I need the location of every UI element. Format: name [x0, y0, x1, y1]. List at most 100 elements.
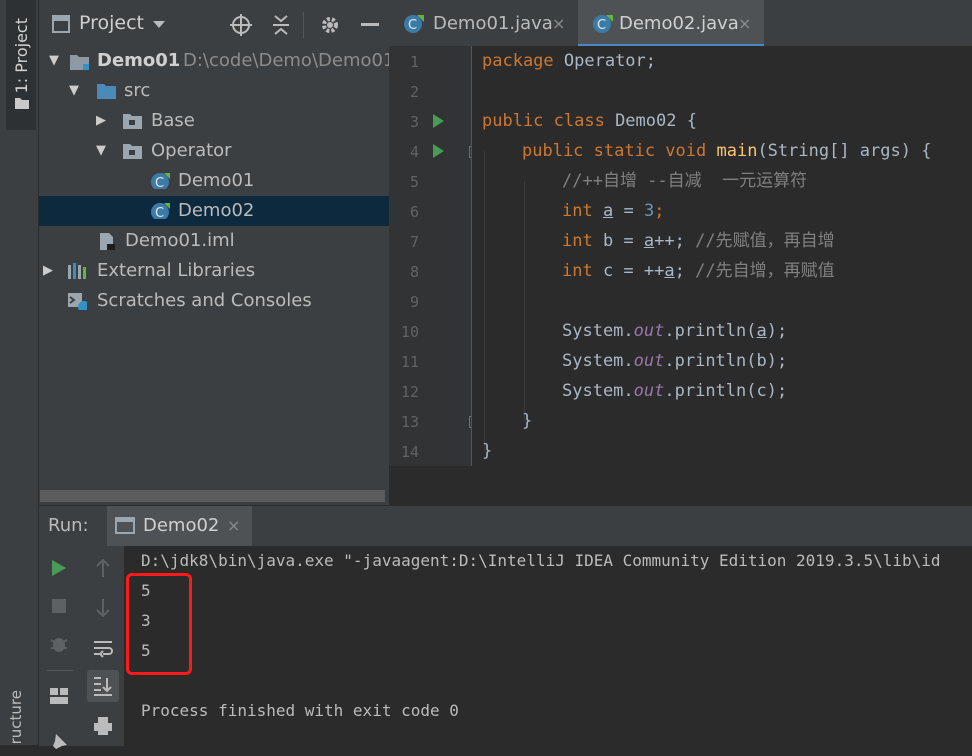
tree-item-scratches[interactable]: Scratches and Consoles	[39, 286, 389, 316]
print-button[interactable]	[89, 712, 117, 740]
scroll-to-end-icon	[94, 677, 112, 696]
tree-item-label: Base	[151, 110, 195, 131]
module-folder-icon	[70, 55, 89, 70]
tree-item-label: Demo01.iml	[125, 230, 235, 251]
run-toolbar	[39, 546, 124, 749]
tree-item-label: Demo02	[178, 200, 255, 221]
iml-file-icon	[100, 233, 115, 250]
tree-item-operator[interactable]: ▼ Operator	[39, 136, 389, 166]
library-icon	[68, 263, 86, 279]
code-line-7: int b = a++; //先赋值，再自增	[562, 231, 835, 251]
console-command-line: D:\jdk8\bin\java.exe "-javaagent:D:\Inte…	[141, 551, 941, 570]
close-icon[interactable]: ×	[227, 516, 240, 535]
tree-item-label: src	[124, 80, 151, 101]
minimize-icon[interactable]	[361, 23, 379, 26]
header-divider	[303, 12, 304, 38]
toolbar-divider	[47, 670, 73, 671]
line-number: 7	[409, 233, 419, 251]
expand-arrow-icon[interactable]: ▶	[96, 106, 106, 136]
console-output[interactable]: D:\jdk8\bin\java.exe "-javaagent:D:\Inte…	[124, 546, 972, 746]
rerun-button[interactable]	[45, 554, 73, 582]
run-tab-label: Demo02	[143, 515, 220, 536]
line-number: 13	[400, 413, 419, 431]
run-gutter-icon[interactable]	[433, 114, 444, 128]
tree-item-src[interactable]: ▼ src	[39, 76, 389, 106]
pin-button[interactable]	[45, 728, 73, 756]
arrow-up-icon	[96, 558, 110, 577]
code-editor[interactable]: package Operator; public class Demo02 { …	[471, 46, 972, 466]
chevron-down-icon[interactable]	[153, 21, 165, 29]
gear-icon[interactable]	[319, 14, 341, 36]
tree-item-demo01-iml[interactable]: Demo01.iml	[39, 226, 389, 256]
code-line-11: System.out.println(b);	[562, 351, 788, 371]
close-icon[interactable]: ×	[738, 0, 751, 48]
expand-arrow-icon[interactable]: ▼	[49, 46, 59, 76]
project-tool-tab[interactable]: 1: Project	[6, 0, 36, 130]
project-horizontal-scrollbar[interactable]	[40, 490, 385, 502]
tree-item-demo02-class[interactable]: C Demo02	[39, 196, 389, 226]
locate-target-icon[interactable]	[230, 14, 252, 36]
tree-item-label: Demo01	[97, 50, 181, 71]
run-panel-header: Run: Demo02 ×	[39, 506, 972, 546]
package-icon	[123, 144, 142, 159]
soft-wrap-icon	[94, 641, 113, 658]
tree-item-label: External Libraries	[97, 260, 256, 281]
java-class-icon: C	[151, 173, 170, 189]
line-number: 10	[400, 323, 419, 341]
code-line-12: System.out.println(c);	[562, 381, 788, 401]
tab-demo02-java[interactable]: C Demo02.java ×	[578, 0, 764, 47]
soft-wrap-button[interactable]	[89, 634, 117, 662]
arrow-down-icon	[96, 599, 110, 618]
tree-item-base[interactable]: ▶ Base	[39, 106, 389, 136]
line-number: 8	[409, 263, 419, 281]
scratches-icon	[68, 293, 87, 310]
expand-arrow-icon[interactable]: ▶	[43, 256, 53, 286]
console-window-icon	[115, 517, 135, 534]
line-number: 4	[409, 143, 419, 161]
code-line-5: //++自增 --自减 一元运算符	[562, 171, 808, 191]
module-path: D:\code\Demo\Demo01	[183, 50, 395, 71]
run-gutter-icon[interactable]	[433, 144, 444, 158]
structure-tool-tab[interactable]: ructure	[6, 690, 32, 744]
editor-tab-bar: C Demo01.java × C Demo02.java ×	[389, 0, 972, 47]
debug-button[interactable]	[45, 630, 73, 658]
project-panel: Project ▼ Demo01 D:\code\Demo\Demo01 ▼ s…	[39, 0, 394, 505]
scroll-down-button[interactable]	[89, 594, 117, 622]
line-number: 1	[409, 53, 419, 71]
console-exit-line: Process finished with exit code 0	[141, 701, 459, 720]
package-icon	[123, 114, 142, 129]
source-folder-icon	[97, 84, 116, 99]
run-tab-demo02[interactable]: Demo02 ×	[107, 506, 252, 546]
tab-demo01-java[interactable]: C Demo01.java ×	[389, 0, 575, 44]
layout-icon	[50, 688, 68, 704]
expand-arrow-icon[interactable]: ▼	[69, 76, 79, 106]
tree-item-label: Scratches and Consoles	[97, 290, 312, 311]
expand-arrow-icon[interactable]: ▼	[96, 136, 106, 166]
line-number: 3	[409, 113, 419, 131]
editor-gutter: 1 2 3 4 5 6 7 8 9 10 11 12 13 14	[389, 46, 481, 466]
project-tool-tab-label: 1: Project	[12, 18, 31, 94]
tree-item-demo01-class[interactable]: C Demo01	[39, 166, 389, 196]
java-class-icon: C	[404, 15, 424, 33]
stop-icon	[52, 599, 66, 613]
layout-button[interactable]	[45, 682, 73, 710]
output-highlight-box	[126, 573, 192, 675]
project-window-icon	[52, 15, 70, 33]
tab-label: Demo02.java	[619, 13, 739, 34]
scroll-to-end-button[interactable]	[87, 670, 119, 702]
left-tool-strip: 1: Project ructure	[0, 0, 39, 745]
tree-item-external-libraries[interactable]: ▶ External Libraries	[39, 256, 389, 286]
code-line-1: package Operator;	[482, 51, 657, 71]
collapse-all-icon[interactable]	[271, 14, 291, 36]
project-panel-title[interactable]: Project	[79, 12, 144, 34]
pin-icon	[53, 734, 67, 749]
tree-item-demo01-module[interactable]: ▼ Demo01 D:\code\Demo\Demo01	[39, 46, 394, 76]
scroll-up-button[interactable]	[89, 554, 117, 582]
close-icon[interactable]: ×	[552, 0, 565, 48]
stop-button[interactable]	[45, 592, 73, 620]
indent-guide	[484, 151, 485, 451]
line-number: 11	[400, 353, 419, 371]
code-line-6: int a = 3;	[562, 201, 665, 221]
code-line-8: int c = ++a; //先自增，再赋值	[562, 261, 835, 281]
indent-guide	[524, 181, 525, 421]
